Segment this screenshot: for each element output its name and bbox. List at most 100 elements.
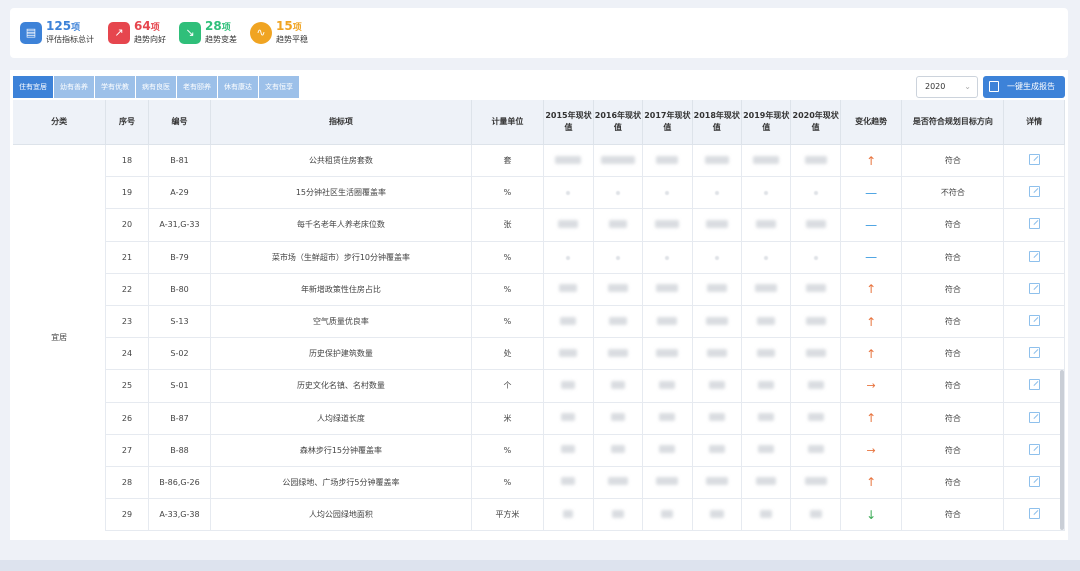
- unit-cell: 平方米: [471, 498, 545, 532]
- header-2016: 2016年现状值: [593, 100, 644, 145]
- code-cell: B-88: [148, 434, 212, 467]
- target-cell: 符合: [901, 434, 1005, 467]
- blurred-value-cell: [593, 241, 644, 274]
- target-cell: 符合: [901, 144, 1005, 178]
- edit-icon[interactable]: [1028, 411, 1040, 423]
- summary-bar: ▤ 125项 评估指标总计 ↗ 64项 趋势向好 ↘ 28项 趋势变差 ∿ 15…: [10, 8, 1068, 58]
- redacted-value: [807, 380, 824, 389]
- seq-cell: 23: [105, 305, 149, 339]
- blurred-value-cell: [741, 208, 792, 242]
- code-cell: A-33,G-38: [148, 498, 212, 532]
- blurred-value-cell: [593, 208, 644, 242]
- redacted-value: [656, 348, 679, 357]
- indicator-cell: 公共租赁住房套数: [210, 144, 472, 178]
- generate-report-button[interactable]: 一键生成报告: [983, 76, 1065, 98]
- blurred-value-cell: [790, 402, 841, 435]
- trend-down-icon: ↓: [866, 507, 877, 522]
- edit-icon[interactable]: [1028, 218, 1040, 230]
- trend-up-icon: ↑: [866, 153, 877, 168]
- blurred-value-cell: [741, 466, 792, 500]
- unit-cell: 张: [471, 208, 545, 242]
- redacted-value: [656, 284, 679, 293]
- tab-lao[interactable]: 老有颐养: [177, 76, 217, 98]
- code-cell: S-13: [148, 305, 212, 339]
- main-panel: 住有宜居 幼有善养 学有优教 病有良医 老有颐养 休有康达 文有恒享 2020 …: [10, 70, 1068, 540]
- scrollbar[interactable]: [1060, 370, 1064, 530]
- table-row: 25 S-01 历史文化名镇、名村数量个 → 符合: [13, 369, 1065, 403]
- category-cell: 宜居: [13, 144, 107, 531]
- redacted-value: [665, 255, 670, 260]
- detail-cell: [1003, 208, 1065, 242]
- indicator-cell: 15分钟社区生活圈覆盖率: [210, 176, 472, 210]
- redacted-value: [805, 316, 826, 325]
- table-row: 29 A-33,G-38 人均公园绿地面积 平方米 ↓ 符合: [13, 498, 1065, 532]
- blurred-value-cell: [790, 273, 841, 306]
- indicator-cell: 历史文化名镇、名村数量: [210, 369, 472, 403]
- header-seq: 序号: [105, 100, 149, 145]
- redacted-value: [804, 155, 827, 164]
- blurred-value-cell: [741, 305, 792, 339]
- redacted-value: [805, 219, 826, 228]
- edit-icon[interactable]: [1028, 186, 1040, 198]
- seq-cell: 22: [105, 273, 149, 306]
- trend-down-icon: ↘: [179, 21, 201, 44]
- edit-icon[interactable]: [1028, 379, 1040, 391]
- bottom-bar: [0, 560, 1080, 571]
- tab-bing[interactable]: 病有良医: [136, 76, 176, 98]
- header-2018: 2018年现状值: [692, 100, 743, 145]
- year-select[interactable]: 2020 ⌄: [916, 76, 978, 98]
- trend-cell: →: [840, 369, 903, 403]
- stat-trend-up: ↗ 64项 趋势向好: [108, 20, 166, 45]
- header-2017: 2017年现状值: [642, 100, 693, 145]
- edit-icon[interactable]: [1028, 475, 1040, 487]
- blurred-value-cell: [790, 305, 841, 339]
- edit-icon[interactable]: [1028, 154, 1040, 166]
- seq-cell: 26: [105, 402, 149, 435]
- stat-trend-down: ↘ 28项 趋势变差: [179, 20, 237, 45]
- blurred-value-cell: [692, 434, 743, 467]
- tab-wen[interactable]: 文有恒享: [259, 76, 299, 98]
- indicator-cell: 历史保护建筑数量: [210, 337, 472, 371]
- blurred-value-cell: [790, 144, 841, 178]
- indicator-cell: 菜市场（生鲜超市）步行10分钟覆盖率: [210, 241, 472, 274]
- redacted-value: [561, 477, 576, 486]
- report-icon: [989, 81, 999, 92]
- header-trend: 变化趋势: [840, 100, 903, 145]
- redacted-value: [608, 219, 627, 228]
- redacted-value: [807, 445, 824, 454]
- blurred-value-cell: [593, 337, 644, 371]
- edit-icon[interactable]: [1028, 315, 1040, 327]
- tab-xue[interactable]: 学有优教: [95, 76, 135, 98]
- blurred-value-cell: [741, 434, 792, 467]
- blurred-value-cell: [790, 337, 841, 371]
- edit-icon[interactable]: [1028, 282, 1040, 294]
- edit-icon[interactable]: [1028, 443, 1040, 455]
- seq-cell: 29: [105, 498, 149, 532]
- tab-zhu[interactable]: 住有宜居: [13, 76, 53, 98]
- indicator-cell: 每千名老年人养老床位数: [210, 208, 472, 242]
- edit-icon[interactable]: [1028, 250, 1040, 262]
- indicator-cell: 空气质量优良率: [210, 305, 472, 339]
- blurred-value-cell: [692, 208, 743, 242]
- edit-icon[interactable]: [1028, 508, 1040, 520]
- tab-you[interactable]: 幼有善养: [54, 76, 94, 98]
- blurred-value-cell: [593, 434, 644, 467]
- blurred-value-cell: [790, 466, 841, 500]
- blurred-value-cell: [692, 337, 743, 371]
- table-row: 21 B-79 菜市场（生鲜超市）步行10分钟覆盖率% — 符合: [13, 241, 1065, 274]
- redacted-value: [615, 191, 620, 196]
- code-cell: A-31,G-33: [148, 208, 212, 242]
- code-cell: S-02: [148, 337, 212, 371]
- edit-icon[interactable]: [1028, 347, 1040, 359]
- blurred-value-cell: [642, 241, 693, 274]
- redacted-value: [753, 155, 780, 164]
- tab-xiu[interactable]: 休有康达: [218, 76, 258, 98]
- stat-label: 评估指标总计: [46, 35, 94, 44]
- blurred-value-cell: [642, 369, 693, 403]
- blurred-value-cell: [642, 208, 693, 242]
- unit-cell: %: [471, 434, 545, 467]
- seq-cell: 25: [105, 369, 149, 403]
- redacted-value: [615, 255, 620, 260]
- redacted-value: [610, 413, 625, 422]
- redacted-value: [764, 255, 769, 260]
